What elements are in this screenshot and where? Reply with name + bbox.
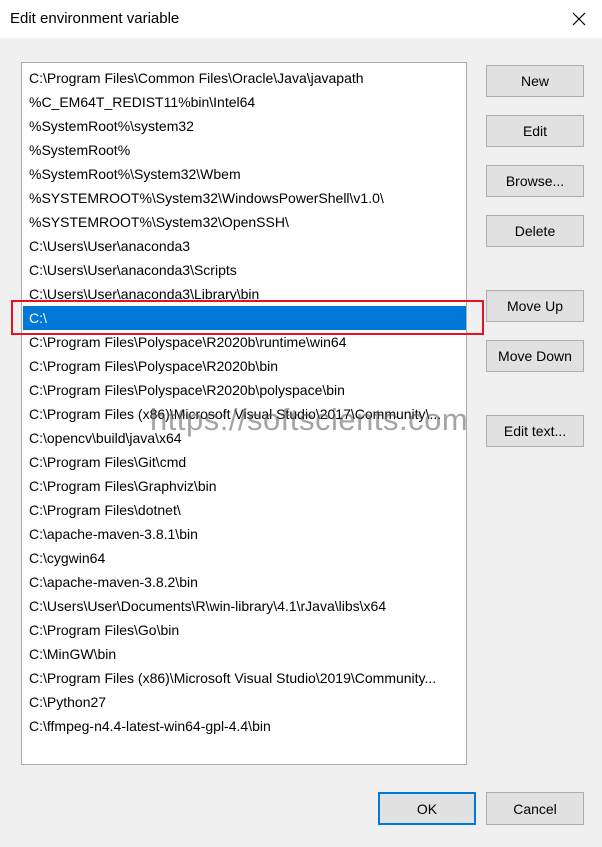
path-list-item[interactable]: C:\ffmpeg-n4.4-latest-win64-gpl-4.4\bin — [23, 714, 466, 738]
path-list-item[interactable]: C:\Program Files (x86)\Microsoft Visual … — [23, 402, 466, 426]
browse-button[interactable]: Browse... — [486, 165, 584, 197]
move-down-button[interactable]: Move Down — [486, 340, 584, 372]
path-list-item[interactable]: C:\Program Files\Go\bin — [23, 618, 466, 642]
path-list[interactable]: C:\Program Files\Common Files\Oracle\Jav… — [21, 62, 467, 765]
path-list-item[interactable]: C:\Program Files\Polyspace\R2020b\polysp… — [23, 378, 466, 402]
path-list-item[interactable]: C:\Users\User\Documents\R\win-library\4.… — [23, 594, 466, 618]
move-up-button[interactable]: Move Up — [486, 290, 584, 322]
path-list-item[interactable]: C:\Users\User\anaconda3\Scripts — [23, 258, 466, 282]
edit-text-button[interactable]: Edit text... — [486, 415, 584, 447]
close-button[interactable] — [556, 0, 602, 38]
ok-button[interactable]: OK — [378, 792, 476, 825]
cancel-button[interactable]: Cancel — [486, 792, 584, 825]
path-list-item[interactable]: C:\ — [23, 306, 466, 330]
path-list-item[interactable]: C:\MinGW\bin — [23, 642, 466, 666]
path-list-item[interactable]: C:\Program Files\Graphviz\bin — [23, 474, 466, 498]
close-icon — [572, 12, 586, 26]
path-list-item[interactable]: C:\Program Files\Polyspace\R2020b\bin — [23, 354, 466, 378]
path-list-item[interactable]: C:\Program Files (x86)\Microsoft Visual … — [23, 666, 466, 690]
path-list-item[interactable]: C:\Program Files\dotnet\ — [23, 498, 466, 522]
path-list-item[interactable]: C:\Program Files\Git\cmd — [23, 450, 466, 474]
path-list-item[interactable]: C:\Program Files\Common Files\Oracle\Jav… — [23, 66, 466, 90]
path-list-item[interactable]: C:\opencv\build\java\x64 — [23, 426, 466, 450]
path-list-item[interactable]: %SYSTEMROOT%\System32\WindowsPowerShell\… — [23, 186, 466, 210]
path-list-item[interactable]: C:\apache-maven-3.8.1\bin — [23, 522, 466, 546]
path-list-item[interactable]: C:\Program Files\Polyspace\R2020b\runtim… — [23, 330, 466, 354]
title-bar: Edit environment variable — [0, 0, 602, 38]
path-list-item[interactable]: C:\cygwin64 — [23, 546, 466, 570]
edit-environment-variable-dialog: Edit environment variable C:\Program Fil… — [0, 0, 602, 847]
edit-button[interactable]: Edit — [486, 115, 584, 147]
path-list-item[interactable]: C:\Users\User\anaconda3\Library\bin — [23, 282, 466, 306]
window-title: Edit environment variable — [10, 10, 180, 27]
new-button[interactable]: New — [486, 65, 584, 97]
path-list-item[interactable]: %C_EM64T_REDIST11%bin\Intel64 — [23, 90, 466, 114]
path-list-item[interactable]: C:\Users\User\anaconda3 — [23, 234, 466, 258]
path-list-item[interactable]: %SYSTEMROOT%\System32\OpenSSH\ — [23, 210, 466, 234]
path-list-item[interactable]: %SystemRoot% — [23, 138, 466, 162]
path-list-item[interactable]: C:\Python27 — [23, 690, 466, 714]
path-list-item[interactable]: C:\apache-maven-3.8.2\bin — [23, 570, 466, 594]
path-list-item[interactable]: %SystemRoot%\system32 — [23, 114, 466, 138]
delete-button[interactable]: Delete — [486, 215, 584, 247]
path-list-item[interactable]: %SystemRoot%\System32\Wbem — [23, 162, 466, 186]
